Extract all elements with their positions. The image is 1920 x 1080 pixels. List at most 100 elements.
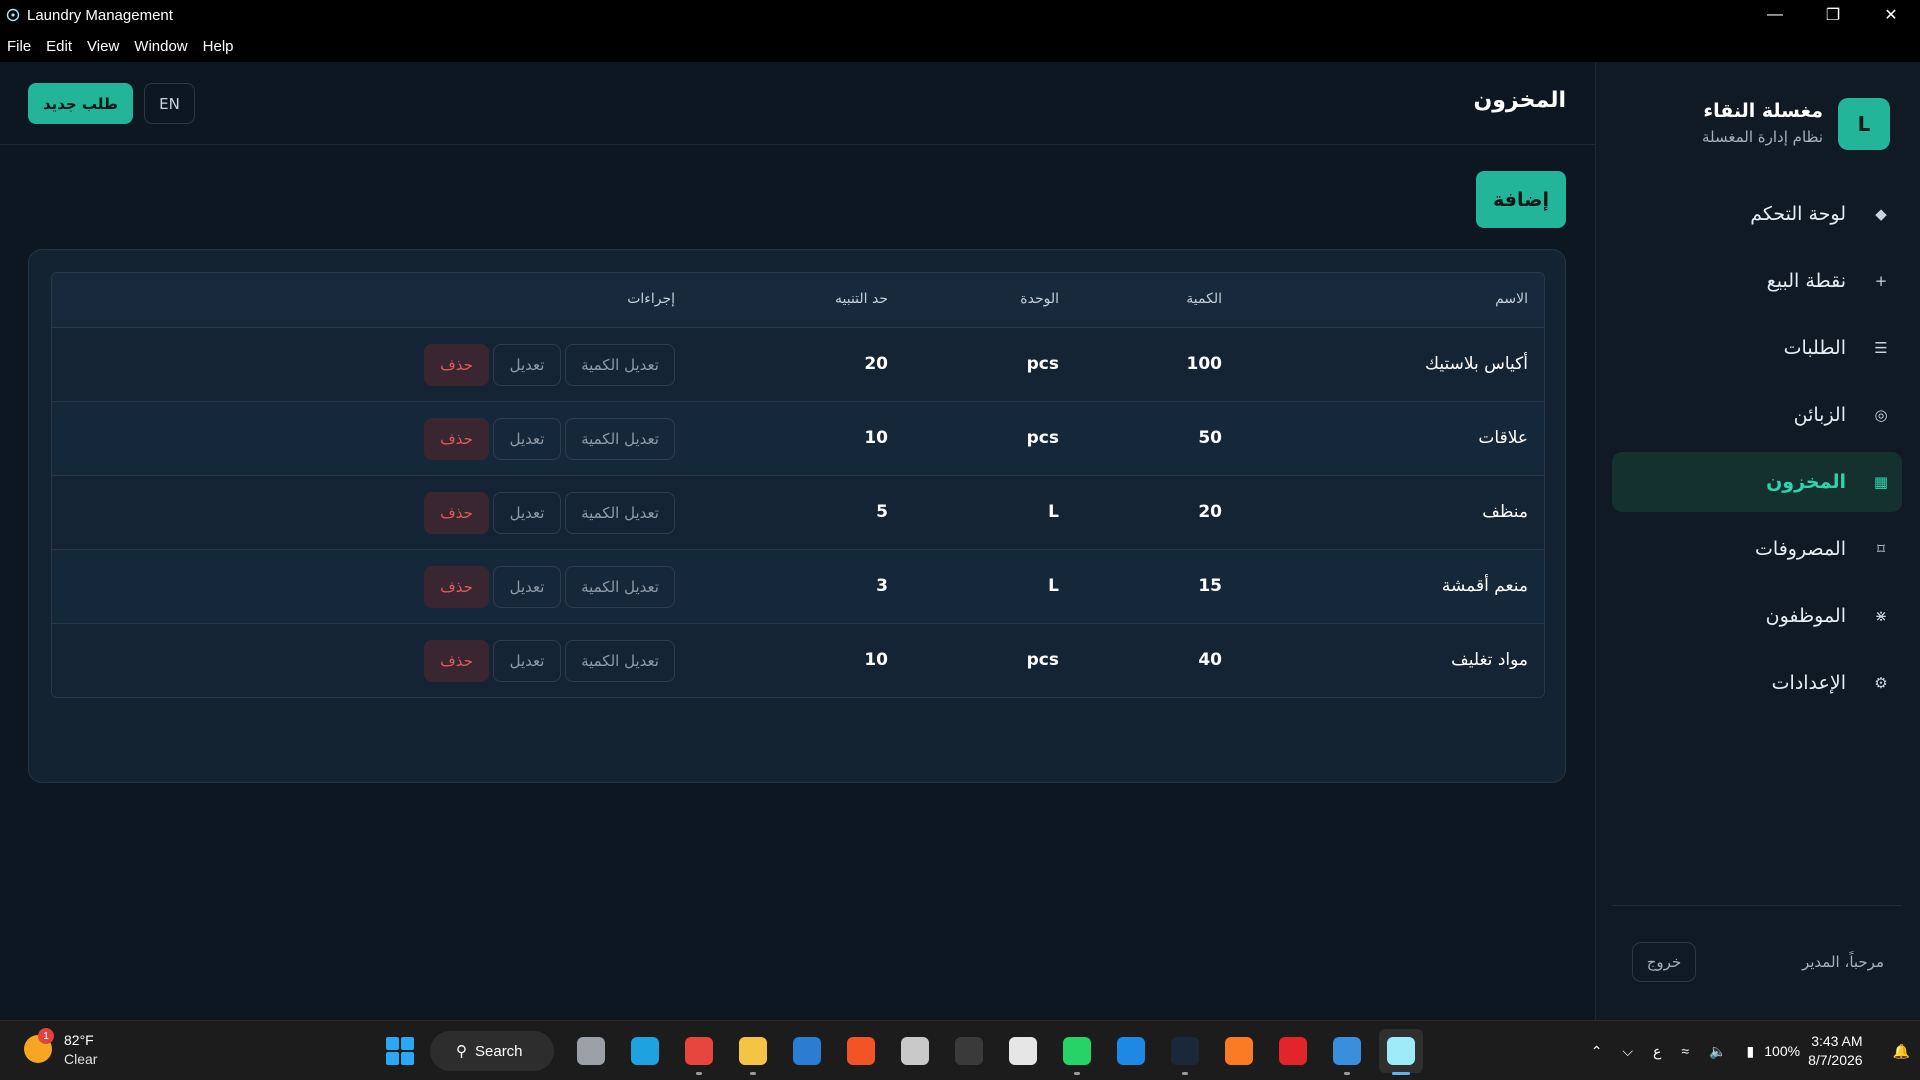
- chrome-icon: [685, 1037, 713, 1065]
- edit-button[interactable]: تعديل: [493, 492, 561, 534]
- add-item-button[interactable]: إضافة: [1476, 171, 1566, 228]
- top-bar: طلب جديد EN المخزون: [0, 62, 1595, 145]
- edit-button[interactable]: تعديل: [493, 566, 561, 608]
- store-taskbar-button[interactable]: [839, 1029, 883, 1073]
- sidebar-item-settings[interactable]: الإعدادات ⚙: [1612, 653, 1902, 713]
- table-row: منعم أقمشة 15 L 3 تعديل الكمية تعديل حذف: [52, 550, 1544, 624]
- steam-taskbar-button[interactable]: [1163, 1029, 1207, 1075]
- chrome-taskbar-button[interactable]: [677, 1029, 721, 1075]
- row-actions: تعديل الكمية تعديل حذف: [424, 418, 675, 460]
- start-button[interactable]: [380, 1031, 420, 1071]
- employees-icon: ⋇: [1874, 607, 1888, 625]
- delete-button[interactable]: حذف: [424, 640, 489, 682]
- table-row: أكياس بلاستيك 100 pcs 20 تعديل الكمية تعديل حذ…: [52, 328, 1544, 402]
- sidebar-item-dashboard[interactable]: لوحة التحكم ◆: [1612, 184, 1902, 244]
- delete-button[interactable]: حذف: [424, 492, 489, 534]
- running-indicator: [696, 1072, 702, 1075]
- header-name: الاسم: [1495, 291, 1528, 307]
- menu-edit[interactable]: Edit: [46, 38, 72, 55]
- adjust-quantity-button[interactable]: تعديل الكمية: [565, 566, 675, 608]
- cell-qty: 50: [1198, 428, 1222, 448]
- logout-button[interactable]: خروج: [1632, 942, 1696, 982]
- menu-window[interactable]: Window: [134, 38, 187, 55]
- cube-app-taskbar-button[interactable]: [947, 1029, 991, 1073]
- sidebar-item-orders[interactable]: الطلبات ☰: [1612, 318, 1902, 378]
- volume-icon[interactable]: 🔈: [1709, 1043, 1726, 1060]
- menu-help[interactable]: Help: [203, 38, 234, 55]
- input-language-indicator[interactable]: ع: [1653, 1043, 1661, 1060]
- edge-icon: [631, 1037, 659, 1065]
- row-actions: تعديل الكمية تعديل حذف: [424, 566, 675, 608]
- sidebar-item-label: الموظفون: [1765, 605, 1846, 627]
- wps-taskbar-button[interactable]: [1271, 1029, 1315, 1073]
- task-view-taskbar-button[interactable]: [569, 1029, 613, 1073]
- language-toggle-button[interactable]: EN: [144, 83, 195, 124]
- minimize-button[interactable]: —: [1746, 0, 1804, 30]
- app-icon: [6, 8, 20, 22]
- sidebar-item-customers[interactable]: الزبائن ◎: [1612, 385, 1902, 445]
- menu-file[interactable]: File: [7, 38, 31, 55]
- sidebar-item-employees[interactable]: الموظفون ⋇: [1612, 586, 1902, 646]
- brand-name: مغسلة النقاء: [1703, 100, 1823, 122]
- sidebar-item-pos[interactable]: نقطة البيع +: [1612, 251, 1902, 311]
- close-button[interactable]: ✕: [1862, 0, 1920, 30]
- taskbar-search[interactable]: ⚲ Search: [430, 1031, 554, 1071]
- adjust-quantity-button[interactable]: تعديل الكمية: [565, 418, 675, 460]
- main-content: طلب جديد EN المخزون إضافة الاسم الكمية ا…: [0, 62, 1595, 1020]
- tray-app-icon[interactable]: ⌵: [1622, 1043, 1633, 1060]
- search-icon: ⚲: [456, 1043, 467, 1060]
- weather-widget[interactable]: 1 82°F Clear: [24, 1028, 144, 1072]
- title-bar: Laundry Management — ❐ ✕: [0, 0, 1920, 30]
- running-indicator: [1182, 1072, 1188, 1075]
- new-order-button[interactable]: طلب جديد: [28, 83, 133, 124]
- notification-bell-icon[interactable]: 🔔: [1893, 1043, 1910, 1060]
- restore-button[interactable]: ❐: [1804, 0, 1862, 30]
- table-row: منظف 20 L 5 تعديل الكمية تعديل حذف: [52, 476, 1544, 550]
- mail-taskbar-button[interactable]: [893, 1029, 937, 1073]
- delete-button[interactable]: حذف: [424, 344, 489, 386]
- cell-qty: 100: [1186, 354, 1223, 374]
- electron-app-taskbar-button[interactable]: [1379, 1029, 1423, 1075]
- inventory-icon: ▦: [1873, 473, 1889, 491]
- chatgpt-icon: [1009, 1037, 1037, 1065]
- remote-app-taskbar-button[interactable]: [1109, 1029, 1153, 1073]
- chatgpt-taskbar-button[interactable]: [1001, 1029, 1045, 1073]
- sidebar-item-label: لوحة التحكم: [1750, 203, 1846, 225]
- task-view-icon: [577, 1037, 605, 1065]
- cell-alert: 10: [864, 650, 888, 670]
- electron-app-icon: [1387, 1037, 1415, 1065]
- cell-qty: 40: [1198, 650, 1222, 670]
- sidebar-nav: لوحة التحكم ◆ نقطة البيع + الطلبات ☰ الزبائن ◎ ا…: [1612, 184, 1902, 720]
- tray-chevron-icon[interactable]: ⌃: [1591, 1043, 1603, 1060]
- xampp-taskbar-button[interactable]: [1217, 1029, 1261, 1073]
- outlook-taskbar-button[interactable]: [785, 1029, 829, 1073]
- whatsapp-taskbar-button[interactable]: [1055, 1029, 1099, 1075]
- adjust-quantity-button[interactable]: تعديل الكمية: [565, 492, 675, 534]
- system-tray: ⌃ ⌵ ع ≈ 🔈 ▮ 100% 3:43 AM 8/7/2026 🔔: [1581, 1021, 1920, 1080]
- delete-button[interactable]: حذف: [424, 418, 489, 460]
- clock[interactable]: 3:43 AM 8/7/2026: [1808, 1032, 1863, 1070]
- edit-button[interactable]: تعديل: [493, 640, 561, 682]
- adjust-quantity-button[interactable]: تعديل الكمية: [565, 640, 675, 682]
- file-explorer-taskbar-button[interactable]: [731, 1029, 775, 1075]
- row-actions: تعديل الكمية تعديل حذف: [424, 344, 675, 386]
- store-icon: [847, 1037, 875, 1065]
- taskbar: 1 82°F Clear ⚲ Search ⌃ ⌵ ع ≈ 🔈 ▮ 100% 3…: [0, 1020, 1920, 1080]
- taskbar-apps: ⚲ Search: [380, 1029, 1428, 1075]
- adjust-quantity-button[interactable]: تعديل الكمية: [565, 344, 675, 386]
- photos-taskbar-button[interactable]: [1325, 1029, 1369, 1075]
- wifi-icon[interactable]: ≈: [1681, 1043, 1689, 1059]
- edit-button[interactable]: تعديل: [493, 418, 561, 460]
- edit-button[interactable]: تعديل: [493, 344, 561, 386]
- menu-view[interactable]: View: [87, 38, 119, 55]
- table-row: علاقات 50 pcs 10 تعديل الكمية تعديل حذف: [52, 402, 1544, 476]
- row-actions: تعديل الكمية تعديل حذف: [424, 492, 675, 534]
- sidebar-item-expenses[interactable]: المصروفات ⌑: [1612, 519, 1902, 579]
- battery-icon[interactable]: ▮: [1747, 1043, 1755, 1060]
- delete-button[interactable]: حذف: [424, 566, 489, 608]
- brand-subtitle: نظام إدارة المغسلة: [1701, 128, 1823, 146]
- edge-taskbar-button[interactable]: [623, 1029, 667, 1073]
- sidebar-item-inventory[interactable]: المخزون ▦: [1612, 452, 1902, 512]
- weather-badge: 1: [38, 1028, 54, 1044]
- header-qty: الكمية: [1186, 291, 1222, 307]
